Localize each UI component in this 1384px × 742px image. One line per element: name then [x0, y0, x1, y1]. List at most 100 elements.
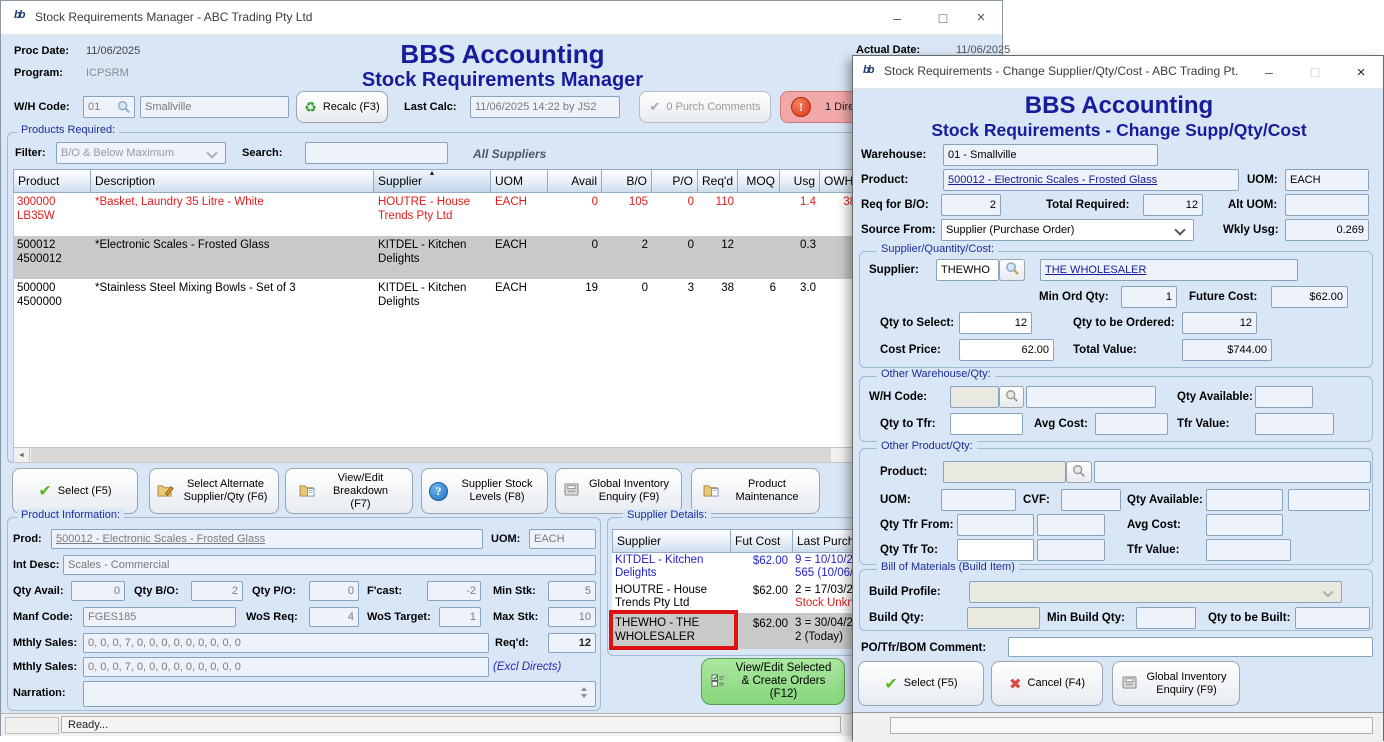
question-icon: ?	[429, 482, 448, 501]
search-label: Search:	[242, 147, 282, 159]
qty-to-be-ordered-field: 12	[1182, 312, 1257, 334]
cell-description: *Basket, Laundry 35 Litre - White	[91, 193, 374, 211]
minimize-icon[interactable]: –	[1247, 56, 1291, 88]
dialog-titlebar[interactable]: bb Stock Requirements - Change Supplier/…	[853, 56, 1383, 89]
global-inventory-enquiry-button[interactable]: Global Inventory Enquiry (F9)	[555, 468, 682, 514]
cell-bo: 2	[602, 236, 652, 254]
filter-dropdown[interactable]: B/O & Below Maximum	[56, 142, 226, 164]
view-edit-breakdown-button[interactable]: View/Edit Breakdown (F7)	[285, 468, 413, 514]
col-reqd[interactable]: Req'd	[698, 169, 738, 193]
qty-tfr-from-field	[957, 514, 1034, 536]
req-for-bo-value: 2	[990, 199, 996, 211]
prod-link[interactable]: 500012 - Electronic Scales - Frosted Gla…	[56, 533, 265, 545]
int-desc-label: Int Desc:	[13, 559, 59, 571]
wkly-usg-label: Wkly Usg:	[1223, 224, 1279, 236]
table-row[interactable]: 5000004500000 *Stainless Steel Mixing Bo…	[13, 279, 991, 322]
table-row-selected[interactable]: 5000124500012 *Electronic Scales - Frost…	[13, 236, 991, 279]
suppliers-scope: All Suppliers	[473, 147, 546, 161]
wkly-usg-value: 0.269	[1336, 224, 1364, 236]
purch-comments-button[interactable]: ✔ 0 Purch Comments	[639, 91, 771, 123]
scroll-up-icon[interactable]	[581, 687, 587, 691]
owh-search-button[interactable]	[999, 386, 1024, 408]
qty-to-select-input[interactable]: 12	[959, 312, 1032, 334]
sd-col-fut-cost[interactable]: Fut Cost	[731, 529, 793, 553]
qty-avail-field: 0	[71, 581, 125, 601]
supplier-label: Supplier:	[869, 264, 919, 276]
recalc-button[interactable]: ♻ Recalc (F3)	[296, 91, 388, 123]
cell-avail: 19	[548, 279, 602, 297]
product-field[interactable]: 500012 - Electronic Scales - Frosted Gla…	[943, 169, 1239, 191]
min-ord-qty-value: 1	[1166, 291, 1172, 303]
comment-input[interactable]	[1008, 637, 1373, 657]
qty-tfr-to-alt-field	[1037, 539, 1105, 561]
minimize-icon[interactable]: –	[875, 1, 919, 34]
col-bo[interactable]: B/O	[602, 169, 652, 193]
op-search-button[interactable]	[1066, 461, 1092, 483]
select-button[interactable]: ✔ Select (F5)	[12, 468, 138, 514]
status-segment	[5, 717, 59, 734]
qty-to-tfr-input[interactable]	[950, 413, 1023, 435]
sd-col-supplier-label: Supplier	[617, 534, 661, 548]
col-uom[interactable]: UOM	[491, 169, 548, 193]
prod-field[interactable]: 500012 - Electronic Scales - Frosted Gla…	[51, 529, 483, 549]
col-supplier[interactable]: Supplier ▲	[374, 169, 491, 193]
main-titlebar[interactable]: bb Stock Requirements Manager - ABC Trad…	[1, 1, 1002, 35]
supplier-code-input[interactable]: THEWHO	[936, 259, 999, 281]
sd-col-supplier[interactable]: Supplier	[612, 529, 731, 553]
col-owh-label: OWH	[824, 174, 853, 188]
source-from-dropdown[interactable]: Supplier (Purchase Order)	[941, 219, 1194, 241]
min-stk-label: Min Stk:	[493, 585, 536, 597]
qty-to-be-built-label: Qty to be Built:	[1208, 612, 1290, 624]
col-description[interactable]: Description	[91, 169, 374, 193]
supplier-name-link[interactable]: THE WHOLESALER	[1045, 264, 1146, 276]
owh-tfr-value-label: Tfr Value:	[1177, 418, 1229, 430]
cell-product-line2: 4500012	[17, 253, 62, 265]
col-product-label: Product	[18, 174, 59, 188]
highlight-annotation	[609, 610, 738, 650]
col-po[interactable]: P/O	[652, 169, 698, 193]
exclamation-icon: !	[791, 97, 811, 117]
scroll-down-icon[interactable]	[581, 694, 587, 698]
wh-code-value: 01	[88, 101, 100, 113]
cell-product-line1: 500012	[17, 239, 55, 251]
supplier-stock-levels-button[interactable]: ? Supplier Stock Levels (F8)	[421, 468, 548, 514]
sd-cell-last-line2: 565 (10/06/2	[795, 567, 860, 579]
product-link[interactable]: 500012 - Electronic Scales - Frosted Gla…	[948, 174, 1157, 186]
maximize-icon[interactable]: □	[1293, 56, 1337, 88]
dialog-select-button[interactable]: ✔ Select (F5)	[858, 661, 984, 706]
mthly-sales-field-2: 0, 0, 0, 7, 0, 0, 0, 0, 0, 0, 0, 0, 0	[83, 657, 489, 677]
excl-directs-note: (Excl Directs)	[493, 661, 561, 673]
search-icon[interactable]	[117, 100, 131, 117]
view-edit-create-orders-button[interactable]: View/Edit Selected & Create Orders (F12)	[701, 658, 845, 705]
supplier-name-field[interactable]: THE WHOLESALER	[1040, 259, 1298, 281]
narration-scroll-spinner[interactable]	[581, 687, 587, 698]
narration-textarea[interactable]	[83, 681, 596, 707]
col-usg[interactable]: Usg	[780, 169, 820, 193]
op-avg-cost-field	[1206, 514, 1283, 536]
search-input[interactable]	[305, 142, 448, 164]
wh-name-value: Smallville	[145, 101, 191, 113]
col-uom-label: UOM	[495, 174, 523, 188]
max-stk-field: 10	[548, 607, 596, 627]
close-icon[interactable]: ×	[1339, 56, 1383, 88]
build-profile-dropdown[interactable]	[969, 581, 1342, 603]
cost-price-input[interactable]: 62.00	[959, 339, 1054, 361]
source-from-value: Supplier (Purchase Order)	[946, 224, 1074, 236]
table-row[interactable]: 300000LB35W *Basket, Laundry 35 Litre - …	[13, 193, 991, 236]
mthly-sales-value-1: 0, 0, 0, 7, 0, 0, 0, 0, 0, 0, 0, 0, 0	[88, 637, 241, 649]
select-alternate-supplier-button[interactable]: Select Alternate Supplier/Qty (F6)	[149, 468, 279, 514]
col-moq-label: MOQ	[746, 174, 775, 188]
hscrollbar-left-button[interactable]: ◄	[13, 447, 30, 463]
supplier-search-button[interactable]	[999, 259, 1025, 281]
dialog-cancel-button[interactable]: ✖ Cancel (F4)	[991, 661, 1103, 706]
cost-price-value: 62.00	[1021, 344, 1049, 356]
col-avail[interactable]: Avail	[548, 169, 602, 193]
col-product[interactable]: Product	[13, 169, 91, 193]
product-maintenance-button[interactable]: Product Maintenance	[691, 468, 820, 514]
qty-tfr-to-input[interactable]	[957, 539, 1034, 561]
cell-usg: 3.0	[780, 279, 820, 297]
close-icon[interactable]: ×	[959, 1, 1003, 34]
dialog-global-inventory-button[interactable]: Global Inventory Enquiry (F9)	[1112, 661, 1240, 706]
hscrollbar-thumb[interactable]	[31, 448, 831, 462]
col-moq[interactable]: MOQ	[738, 169, 780, 193]
